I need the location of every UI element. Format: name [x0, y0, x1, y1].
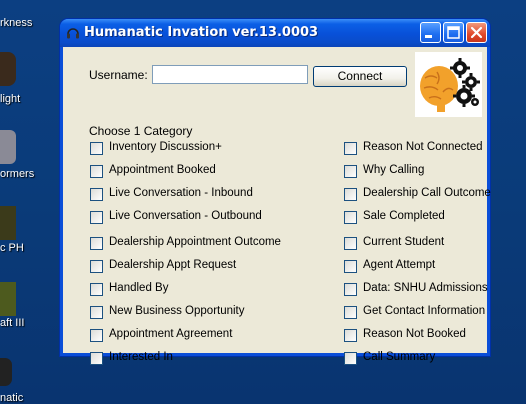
checkbox-box[interactable]: [344, 329, 357, 342]
category-label: Appointment Booked: [109, 164, 216, 176]
username-input[interactable]: [152, 65, 308, 84]
category-label: Live Conversation - Inbound: [109, 187, 253, 199]
brain-gears-logo: [415, 52, 482, 117]
checkbox-box[interactable]: [344, 237, 357, 250]
title-bar[interactable]: Humanatic Invation ver.13.0003: [60, 19, 490, 47]
minimize-button[interactable]: [420, 22, 441, 43]
category-label: Dealership Appointment Outcome: [109, 236, 281, 248]
checkbox-box[interactable]: [344, 283, 357, 296]
minimize-icon: [425, 35, 432, 38]
category-label: Reason Not Booked: [363, 328, 466, 340]
window-client-area: Username: Connect Choose 1 Category Inve…: [63, 47, 491, 365]
category-label: Inventory Discussion+: [109, 141, 222, 153]
category-label: Reason Not Connected: [363, 141, 483, 153]
checkbox-box[interactable]: [90, 188, 103, 201]
category-label: Sale Completed: [363, 210, 445, 222]
checkbox-box[interactable]: [90, 283, 103, 296]
category-label: Get Contact Information: [363, 305, 486, 317]
category-label: Dealership Appt Request: [109, 259, 237, 271]
window-title: Humanatic Invation ver.13.0003: [84, 25, 319, 40]
category-label: Handled By: [109, 282, 169, 294]
headphones-icon: [0, 358, 12, 386]
desktop-icon-label: aft III: [0, 317, 25, 329]
app-window: Humanatic Invation ver.13.0003 Username:…: [60, 19, 491, 365]
checkbox-box[interactable]: [90, 352, 103, 365]
checkbox-box[interactable]: [344, 211, 357, 224]
close-button[interactable]: [466, 22, 487, 43]
category-label: Data: SNHU Admissions: [363, 282, 488, 294]
desktop-icon-label: ormers: [0, 168, 35, 180]
checkbox-box[interactable]: [90, 329, 103, 342]
brain-gears-icon: [420, 58, 480, 112]
category-label: Dealership Call Outcome: [363, 187, 491, 199]
app-icon: [0, 52, 16, 86]
connect-button[interactable]: Connect: [313, 66, 407, 87]
checkbox-box[interactable]: [90, 260, 103, 273]
username-label: Username:: [89, 68, 148, 82]
desktop-icon-label: rkness: [0, 17, 33, 29]
app-icon: [0, 130, 16, 164]
category-label: Agent Attempt: [363, 259, 436, 271]
category-label: Call Summary: [363, 351, 436, 363]
desktop-icon-label: c PH: [0, 242, 24, 254]
choose-category-label: Choose 1 Category: [89, 124, 193, 138]
maximize-icon: [447, 26, 460, 39]
category-label: Current Student: [363, 236, 445, 248]
checkbox-box[interactable]: [90, 165, 103, 178]
app-icon: [0, 282, 16, 316]
app-icon: [0, 206, 16, 240]
category-label: New Business Opportunity: [109, 305, 245, 317]
checkbox-box[interactable]: [90, 211, 103, 224]
category-label: Interested In: [109, 351, 173, 363]
desktop-icon-label: light: [0, 93, 21, 105]
checkbox-box[interactable]: [90, 306, 103, 319]
maximize-button[interactable]: [443, 22, 464, 43]
desktop-icon-label: natic: [0, 392, 24, 404]
headphones-icon: [67, 28, 79, 39]
checkbox-box[interactable]: [344, 188, 357, 201]
checkbox-box[interactable]: [344, 165, 357, 178]
category-label: Why Calling: [363, 164, 425, 176]
checkbox-box[interactable]: [90, 237, 103, 250]
checkbox-box[interactable]: [344, 306, 357, 319]
checkbox-box[interactable]: [344, 142, 357, 155]
close-icon: [470, 26, 483, 39]
checkbox-box[interactable]: [344, 260, 357, 273]
category-label: Live Conversation - Outbound: [109, 210, 262, 222]
category-label: Appointment Agreement: [109, 328, 233, 340]
checkbox-box[interactable]: [344, 352, 357, 365]
checkbox-box[interactable]: [90, 142, 103, 155]
